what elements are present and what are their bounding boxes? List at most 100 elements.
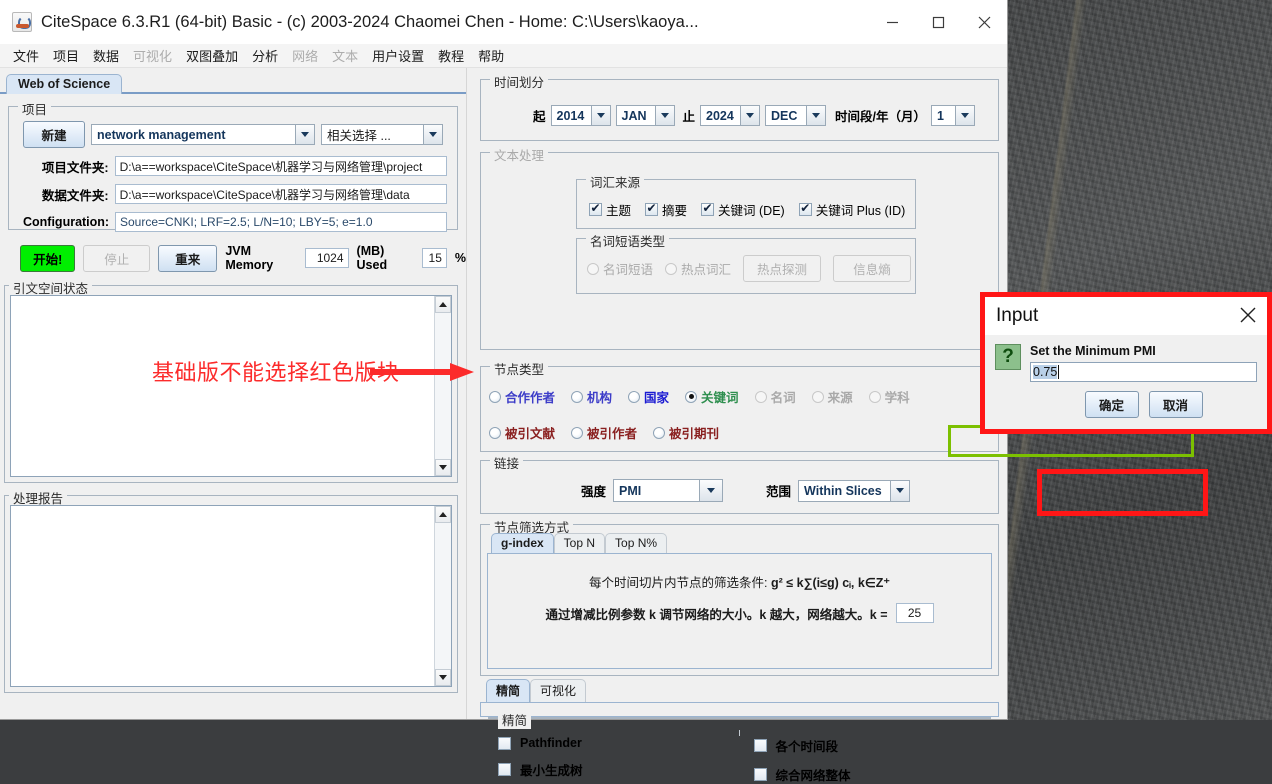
slice-years-value: 1 xyxy=(932,106,956,125)
radio-dot xyxy=(571,390,584,403)
k-value-field[interactable]: 25 xyxy=(895,603,934,623)
menu-item-0[interactable]: 文件 xyxy=(6,44,46,67)
radio-dot xyxy=(811,390,824,403)
to-label: 止 xyxy=(682,110,696,124)
pruning-left-checkbox-1[interactable]: 最小生成树 xyxy=(498,760,739,779)
pmi-input-value: 0.75 xyxy=(1033,365,1058,379)
scroll-down-icon[interactable] xyxy=(435,669,451,686)
node-selection-tab-0[interactable]: g-index xyxy=(491,533,554,553)
related-select[interactable]: 相关选择 ... xyxy=(321,124,443,145)
process-report-content[interactable] xyxy=(11,506,434,686)
right-panel: 时间划分 起 2014 JAN 止 2024 DEC 时间段/年（月） 1 文本… xyxy=(472,68,1208,783)
radio-label: 名词短语 xyxy=(603,263,654,277)
strength-select[interactable]: PMI xyxy=(613,479,724,502)
time-slicing-title: 时间划分 xyxy=(490,72,549,91)
node-selection-tab-1[interactable]: Top N xyxy=(553,533,606,553)
slice-years-select[interactable]: 1 xyxy=(931,105,976,126)
dialog-close-icon[interactable] xyxy=(1237,304,1259,329)
process-report-group: 处理报告 xyxy=(4,488,458,693)
text-processing-group: 文本处理 词汇来源 主题 摘要 关键词 (DE) 关键词 Plus (ID) 名词短语… xyxy=(480,145,999,350)
radio-label: 来源 xyxy=(827,391,853,405)
menu-item-9[interactable]: 教程 xyxy=(431,44,471,67)
chevron-down-icon[interactable] xyxy=(740,106,760,125)
menu-item-4[interactable]: 双图叠加 xyxy=(179,44,245,67)
node-types-row-primary: 合作作者 机构 国家 关键词 名词 来源 学科 xyxy=(489,387,910,406)
citation-status-scrollbar[interactable] xyxy=(434,296,451,476)
scroll-up-icon[interactable] xyxy=(435,506,451,523)
minimize-icon[interactable] xyxy=(869,0,915,44)
scrollbar-track[interactable] xyxy=(435,313,451,459)
term-source-checkbox-1[interactable]: 摘要 xyxy=(645,200,687,219)
chevron-down-icon[interactable] xyxy=(955,106,975,125)
term-source-checkbox-2[interactable]: 关键词 (DE) xyxy=(701,200,785,219)
datasource-tabstrip: Web of Science xyxy=(0,72,466,94)
project-folder-field[interactable]: D:\a==workspace\CiteSpace\机器学习与网络管理\proj… xyxy=(114,156,447,176)
chevron-down-icon[interactable] xyxy=(590,106,610,125)
from-month-select[interactable]: JAN xyxy=(615,105,675,126)
scroll-up-icon[interactable] xyxy=(435,296,451,313)
node-type-radio-1[interactable]: 机构 xyxy=(571,387,612,406)
to-year-select[interactable]: 2024 xyxy=(700,105,761,126)
from-year-value: 2014 xyxy=(551,106,591,125)
formula-math: g² ≤ k∑(i≤g) cᵢ, k∈Z⁺ xyxy=(770,576,890,590)
window-content: Web of Science 项目 新建 network management … xyxy=(0,68,1208,783)
formula-prefix: 每个时间切片内节点的筛选条件: xyxy=(589,576,771,590)
menu-item-5[interactable]: 分析 xyxy=(245,44,285,67)
node-type-radio-0[interactable]: 合作作者 xyxy=(489,387,555,406)
menu-item-6: 网络 xyxy=(292,49,319,64)
new-project-button[interactable]: 新建 xyxy=(23,121,85,148)
pruning-left-checkbox-0[interactable]: Pathfinder xyxy=(498,736,739,750)
chevron-down-icon[interactable] xyxy=(654,106,674,125)
menu-item-8[interactable]: 用户设置 xyxy=(365,44,431,67)
pruning-right-checkbox-1[interactable]: 综合网络整体 xyxy=(753,765,990,784)
chevron-down-icon[interactable] xyxy=(806,106,826,125)
pmi-input[interactable]: 0.75 xyxy=(1030,362,1257,382)
chevron-down-icon[interactable] xyxy=(423,125,442,144)
node-selection-tab-2[interactable]: Top N% xyxy=(605,533,668,553)
dialog-body: ? Set the Minimum PMI 0.75 确定 取消 xyxy=(985,335,1267,429)
process-report-textarea[interactable] xyxy=(10,505,452,687)
chevron-down-icon[interactable] xyxy=(699,480,723,501)
dialog-cancel-button[interactable]: 取消 xyxy=(1148,391,1203,418)
start-button[interactable]: 开始! xyxy=(20,244,76,272)
radio-label: 学科 xyxy=(884,391,910,405)
term-source-checkbox-0[interactable]: 主题 xyxy=(589,200,631,219)
close-icon[interactable] xyxy=(961,0,1007,44)
pruning-right-checkbox-0[interactable]: 各个时间段 xyxy=(753,736,990,755)
project-folder-label: 项目文件夹: xyxy=(41,160,109,175)
data-folder-field[interactable]: D:\a==workspace\CiteSpace\机器学习与网络管理\data xyxy=(114,184,447,204)
bottom-tab-0[interactable]: 精简 xyxy=(486,679,531,702)
links-title: 链接 xyxy=(490,453,524,472)
to-month-select[interactable]: DEC xyxy=(765,105,827,126)
reset-button[interactable]: 重来 xyxy=(158,244,218,272)
term-source-checkbox-3[interactable]: 关键词 Plus (ID) xyxy=(798,200,905,219)
process-report-scrollbar[interactable] xyxy=(434,506,451,686)
cited-type-radio-1[interactable]: 被引作者 xyxy=(571,423,637,442)
dialog-ok-button[interactable]: 确定 xyxy=(1084,391,1139,418)
cited-type-radio-2[interactable]: 被引期刊 xyxy=(653,423,719,442)
project-select[interactable]: network management xyxy=(91,124,315,145)
maximize-icon[interactable] xyxy=(915,0,961,44)
scrollbar-track[interactable] xyxy=(435,523,451,669)
scroll-down-icon[interactable] xyxy=(435,459,451,476)
chevron-down-icon[interactable] xyxy=(295,125,314,144)
term-source-group: 词汇来源 主题 摘要 关键词 (DE) 关键词 Plus (ID) xyxy=(576,172,916,229)
from-year-select[interactable]: 2014 xyxy=(550,105,611,126)
menu-item-1[interactable]: 项目 xyxy=(46,44,86,67)
menubar: 文件 项目 数据 可视化 双图叠加 分析 网络 文本 用户设置 教程 帮助 xyxy=(0,44,1007,68)
node-type-radio-3[interactable]: 关键词 xyxy=(685,387,739,406)
dialog-title: Input xyxy=(996,305,1039,326)
left-panel: Web of Science 项目 新建 network management … xyxy=(0,68,466,719)
menu-item-2[interactable]: 数据 xyxy=(86,44,126,67)
bottom-tab-1[interactable]: 可视化 xyxy=(530,679,587,702)
noun-phrase-radio-1: 热点词汇 xyxy=(665,259,731,278)
jvm-memory-field[interactable]: 1024 xyxy=(305,248,349,268)
pruning-right-options: 各个时间段综合网络整体 xyxy=(740,730,990,783)
scope-label: 范围 xyxy=(766,485,792,499)
chevron-down-icon[interactable] xyxy=(890,480,910,501)
cited-type-radio-0[interactable]: 被引文献 xyxy=(489,423,555,442)
scope-select[interactable]: Within Slices xyxy=(798,479,911,502)
tab-web-of-science[interactable]: Web of Science xyxy=(6,74,123,94)
node-type-radio-2[interactable]: 国家 xyxy=(628,387,669,406)
menu-item-10[interactable]: 帮助 xyxy=(471,44,511,67)
